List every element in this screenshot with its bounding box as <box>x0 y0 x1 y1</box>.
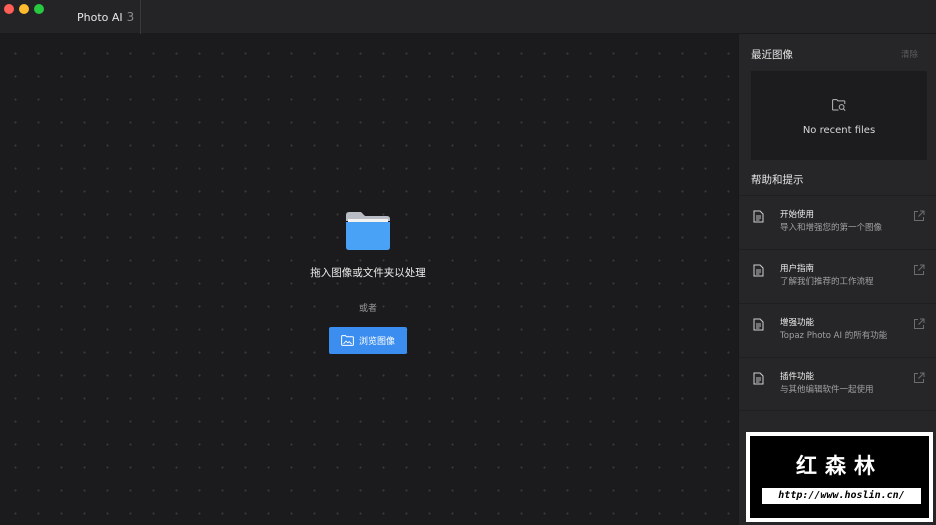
help-tips-title: 帮助和提示 <box>751 174 804 186</box>
app-name: Photo AI <box>77 10 123 24</box>
clear-recent-button[interactable]: 清除 <box>901 48 918 60</box>
no-recent-files-text: No recent files <box>802 125 876 136</box>
browse-button-label: 浏览图像 <box>358 337 395 347</box>
help-item-title: 开始使用 <box>780 210 815 220</box>
image-folder-icon <box>341 335 354 346</box>
browse-images-button[interactable]: 浏览图像 <box>329 327 407 354</box>
recent-images-title: 最近图像 <box>751 49 793 61</box>
watermark: 红森林 http://www.hoslin.cn/ <box>746 432 933 522</box>
close-window-button[interactable] <box>4 4 14 14</box>
document-icon <box>753 372 764 385</box>
document-icon <box>753 318 764 331</box>
minimize-window-button[interactable] <box>19 4 29 14</box>
folder-search-icon <box>832 99 846 111</box>
help-item-subtitle: 与其他编辑软件一起使用 <box>780 385 874 395</box>
help-item-title: 插件功能 <box>780 372 815 382</box>
help-item-getting-started[interactable]: 开始使用 导入和增强您的第一个图像 <box>739 195 936 249</box>
recent-files-box: No recent files <box>751 71 927 160</box>
external-link-icon <box>914 372 925 383</box>
maximize-window-button[interactable] <box>34 4 44 14</box>
document-icon <box>753 210 764 223</box>
external-link-icon <box>914 210 925 221</box>
help-item-subtitle: Topaz Photo AI 的所有功能 <box>780 331 888 341</box>
watermark-inner: 红森林 http://www.hoslin.cn/ <box>750 436 929 518</box>
help-item-enhance-features[interactable]: 增强功能 Topaz Photo AI 的所有功能 <box>739 303 936 357</box>
watermark-url: http://www.hoslin.cn/ <box>762 488 921 504</box>
help-item-title: 增强功能 <box>780 318 815 328</box>
app-tab[interactable]: Photo AI 3 <box>64 0 141 34</box>
document-icon <box>753 264 764 277</box>
external-link-icon <box>914 318 925 329</box>
app-version: 3 <box>126 10 135 24</box>
folder-icon <box>346 212 390 250</box>
title-bar: Photo AI 3 <box>0 0 936 34</box>
drop-instruction: 拖入图像或文件夹以处理 <box>310 267 426 279</box>
watermark-title: 红森林 <box>796 454 883 478</box>
help-item-plugins[interactable]: 插件功能 与其他编辑软件一起使用 <box>739 357 936 411</box>
help-item-subtitle: 了解我们推荐的工作流程 <box>780 277 874 287</box>
drop-canvas[interactable]: 拖入图像或文件夹以处理 或者 浏览图像 <box>0 34 738 525</box>
help-item-title: 用户指南 <box>780 264 815 274</box>
external-link-icon <box>914 264 925 275</box>
or-separator: 或者 <box>358 304 377 314</box>
help-item-user-guide[interactable]: 用户指南 了解我们推荐的工作流程 <box>739 249 936 303</box>
help-item-subtitle: 导入和增强您的第一个图像 <box>780 223 883 233</box>
